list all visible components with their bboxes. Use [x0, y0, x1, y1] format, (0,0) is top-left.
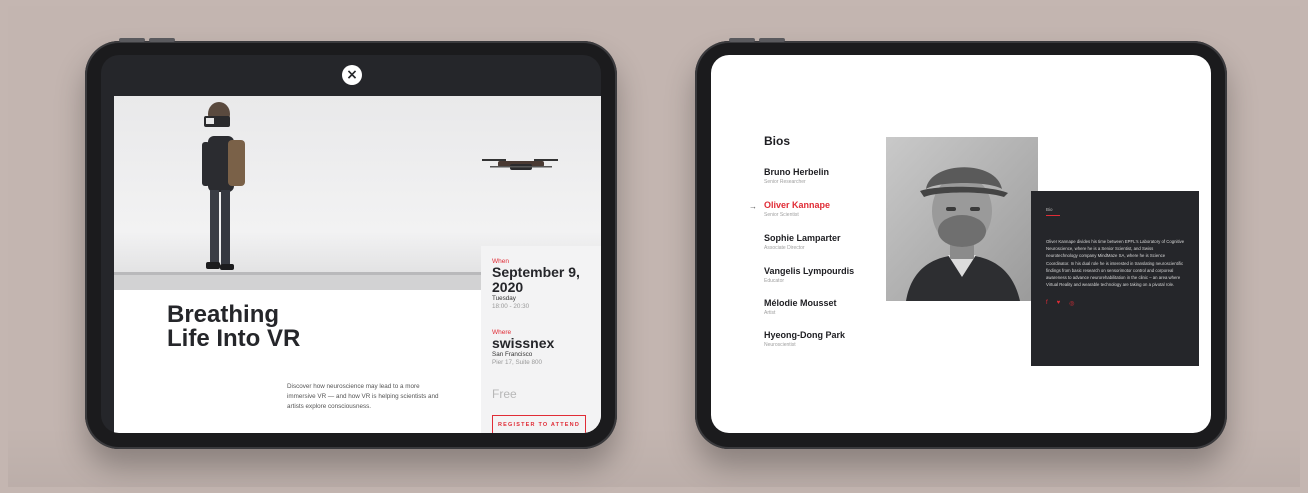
event-title-line: Breathing — [167, 301, 280, 328]
bio-card-text: Oliver Kannape divides his time between … — [1046, 239, 1185, 288]
event-description: Discover how neuroscience may lead to a … — [287, 383, 439, 410]
bio-item-bruno-herbelin[interactable]: Bruno Herbelin Senior Researcher — [764, 167, 829, 186]
bio-name: Bruno Herbelin — [764, 167, 830, 177]
event-modal-screen: × Breathing Life Into VR Discover how ne… — [101, 55, 601, 433]
bio-card-divider — [1046, 215, 1060, 216]
bio-role: Neuroscientist — [764, 342, 796, 348]
tablet-button — [759, 38, 785, 42]
bio-name: Oliver Kannape — [764, 200, 831, 210]
twitter-icon[interactable]: ♥ — [1057, 300, 1061, 307]
bio-card-label: Bio — [1046, 207, 1053, 212]
tablet-right: Bios Bruno Herbelin Senior Researcher → … — [695, 38, 1227, 449]
event-date: September 9, 2020 — [492, 264, 580, 295]
active-arrow-icon: → — [749, 202, 757, 211]
facebook-icon[interactable]: f — [1046, 300, 1048, 307]
bios-heading: Bios — [764, 134, 791, 148]
register-button[interactable]: REGISTER TO ATTEND — [492, 415, 587, 433]
event-modal: Breathing Life Into VR Discover how neur… — [114, 96, 601, 433]
social-links: f ♥ ◎ — [1046, 300, 1185, 307]
instagram-icon[interactable]: ◎ — [1069, 300, 1074, 307]
event-price: Free — [492, 387, 517, 401]
bio-role: Educator — [764, 278, 785, 284]
tablet-button — [729, 38, 755, 42]
tablet-button — [119, 38, 145, 42]
vr-person-illustration — [202, 102, 245, 270]
event-info-card: When September 9, 2020 Tuesday 18:00 - 2… — [481, 246, 601, 433]
bio-role: Senior Scientist — [764, 212, 799, 218]
bio-role: Associate Director — [764, 245, 805, 251]
drone-illustration — [482, 159, 558, 170]
close-icon[interactable]: × — [342, 65, 362, 85]
bio-item-oliver-kannape[interactable]: Oliver Kannape Senior Scientist — [764, 200, 830, 219]
bio-name: Vangelis Lympourdis — [764, 266, 855, 276]
bio-role: Senior Researcher — [764, 179, 806, 185]
bio-detail-card: Bio Oliver Kannape divides his time betw… — [1031, 191, 1199, 366]
event-time: 18:00 - 20:30 — [492, 303, 530, 310]
bio-name: Hyeong-Dong Park — [764, 330, 846, 340]
event-weekday: Tuesday — [492, 295, 516, 302]
tablet-left: × Breathing Life Into VR Discover how ne… — [85, 38, 617, 449]
bio-item-vangelis-lympourdis[interactable]: Vangelis Lympourdis Educator — [764, 266, 854, 285]
portrait-photo — [886, 137, 1038, 301]
event-city: San Francisco — [492, 351, 533, 358]
event-title: Breathing Life Into VR — [167, 303, 427, 351]
bios-screen: Bios Bruno Herbelin Senior Researcher → … — [711, 55, 1211, 433]
bio-item-sophie-lamparter[interactable]: Sophie Lamparter Associate Director — [764, 233, 841, 252]
bio-name: Sophie Lamparter — [764, 233, 841, 243]
bio-item-melodie-mousset[interactable]: Mélodie Mousset Artist — [764, 298, 837, 317]
event-address: Pier 17, Suite 800 — [492, 359, 543, 366]
bio-name: Mélodie Mousset — [764, 298, 837, 308]
event-title-line: Life Into VR — [167, 325, 301, 352]
bio-role: Artist — [764, 310, 776, 316]
event-venue: swissnex — [492, 335, 555, 351]
bio-item-hyeong-dong-park[interactable]: Hyeong-Dong Park Neuroscientist — [764, 330, 845, 349]
tablet-button — [149, 38, 175, 42]
